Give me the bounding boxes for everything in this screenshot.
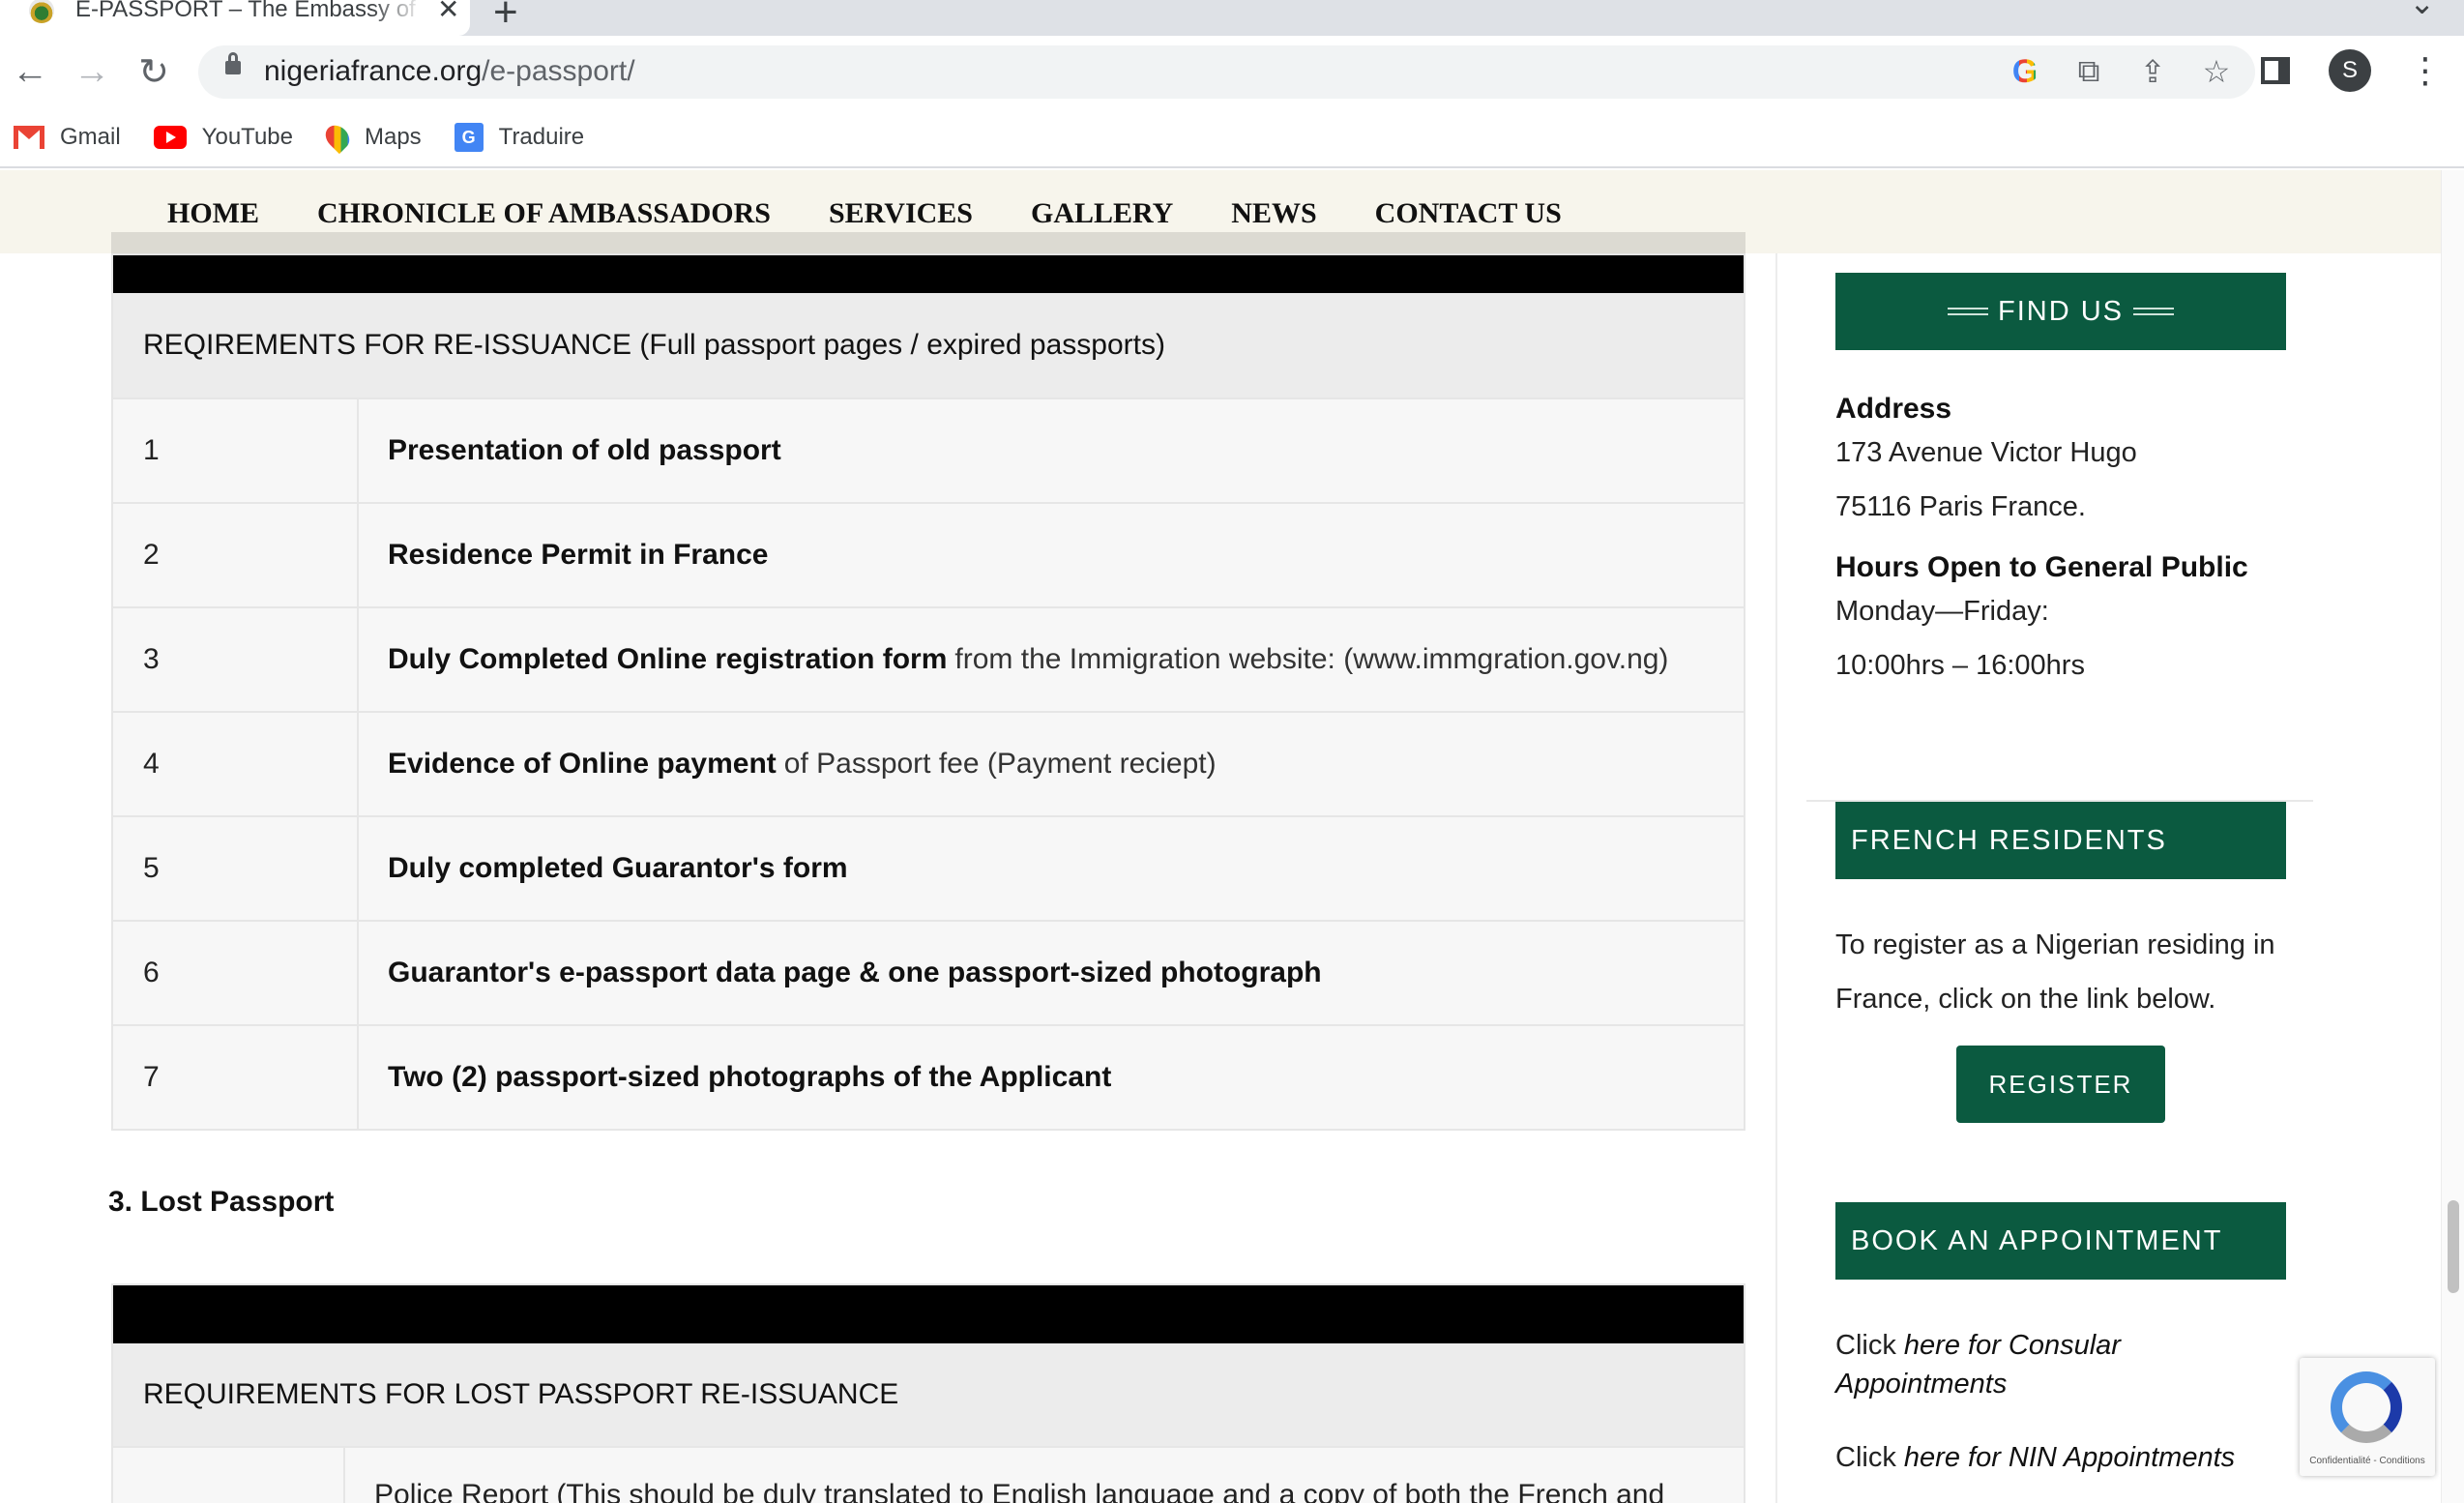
- table-row: 7 Two (2) passport-sized photographs of …: [113, 1024, 1744, 1129]
- bookmark-traduire[interactable]: G Traduire: [454, 123, 584, 152]
- hours-label: Hours Open to General Public: [1835, 551, 2248, 583]
- row-requirement: Police Report (This should be duly trans…: [374, 1479, 1665, 1503]
- table-row: 3 Duly Completed Online registration for…: [113, 606, 1744, 711]
- sidebar-divider: [1775, 253, 1777, 1503]
- french-residents-text: To register as a Nigerian residing in Fr…: [1835, 929, 2275, 1015]
- row-number: 3: [113, 608, 359, 711]
- row-number: [113, 1448, 345, 1503]
- browser-toolbar: ← → ↻ nigeriafrance.org/e-passport/ G ⧉ …: [0, 36, 2464, 108]
- content-top-strip: [111, 232, 1745, 253]
- table-row: 1 Presentation of old passport: [113, 398, 1744, 502]
- title-decoration: [1948, 308, 1988, 315]
- close-tab-icon[interactable]: ✕: [437, 0, 459, 25]
- translate-bookmark-icon: G: [454, 123, 484, 152]
- lost-passport-heading: 3. Lost Passport: [108, 1186, 335, 1218]
- active-tab[interactable]: E-PASSPORT – The Embassy of ✕: [0, 0, 470, 36]
- google-lens-icon[interactable]: G: [2008, 53, 2042, 90]
- title-decoration: [2133, 308, 2174, 315]
- row-requirement: Guarantor's e-passport data page & one p…: [388, 957, 1322, 988]
- recaptcha-icon: [2331, 1371, 2402, 1443]
- appointment-widget: BOOK AN APPOINTMENT Click here for Consu…: [1835, 1202, 2286, 1477]
- table-header: REQIREMENTS FOR RE-ISSUANCE (Full passpo…: [113, 293, 1744, 398]
- address-bar[interactable]: nigeriafrance.org/e-passport/ G ⧉ ⇪ ☆: [198, 45, 2255, 99]
- maps-pin-icon: [320, 120, 355, 155]
- back-arrow-icon[interactable]: ←: [8, 49, 52, 94]
- consular-appointment-link[interactable]: Click here for Consular Appointments: [1835, 1326, 2286, 1403]
- row-number: 5: [113, 817, 359, 920]
- scrollbar-thumb[interactable]: [2448, 1200, 2459, 1293]
- nin-appointment-link[interactable]: Click here for NIN Appointments: [1835, 1438, 2286, 1477]
- translate-icon[interactable]: ⧉: [2071, 53, 2106, 90]
- forward-arrow-icon[interactable]: →: [70, 49, 114, 94]
- french-residents-widget: FRENCH RESIDENTS To register as a Nigeri…: [1835, 802, 2286, 1123]
- address-line-2: 75116 Paris France.: [1835, 491, 2086, 522]
- table-row: 6 Guarantor's e-passport data page & one…: [113, 920, 1744, 1024]
- sidebar: FIND US Address 173 Avenue Victor Hugo 7…: [1835, 253, 2286, 693]
- nav-contact-us[interactable]: CONTACT US: [1375, 197, 1562, 230]
- table-header: REQUIREMENTS FOR LOST PASSPORT RE-ISSUAN…: [113, 1343, 1744, 1446]
- nav-home[interactable]: HOME: [167, 197, 259, 230]
- row-requirement: Duly Completed Online registration form f…: [388, 643, 1669, 675]
- main-content: REQIREMENTS FOR RE-ISSUANCE (Full passpo…: [111, 253, 1745, 1131]
- tab-title: E-PASSPORT – The Embassy of: [75, 0, 416, 22]
- lost-passport-requirements-table: REQUIREMENTS FOR LOST PASSPORT RE-ISSUAN…: [111, 1283, 1745, 1503]
- share-icon[interactable]: ⇪: [2135, 53, 2170, 90]
- row-requirement: Residence Permit in France: [388, 539, 769, 571]
- nav-chronicle-of-ambassadors[interactable]: CHRONICLE OF AMBASSADORS: [317, 197, 771, 230]
- youtube-icon: [153, 126, 187, 149]
- hours-time: 10:00hrs – 16:00hrs: [1835, 650, 2085, 681]
- row-requirement: Two (2) passport-sized photographs of th…: [388, 1061, 1112, 1093]
- row-number: 7: [113, 1026, 359, 1129]
- gmail-icon: [14, 126, 44, 149]
- recaptcha-terms[interactable]: Confidentialité - Conditions: [2300, 1456, 2435, 1466]
- recaptcha-badge[interactable]: Confidentialité - Conditions: [2300, 1358, 2435, 1476]
- menu-kebab-icon[interactable]: ⋮: [2408, 53, 2443, 88]
- row-number: 6: [113, 922, 359, 1024]
- find-us-title: FIND US: [1835, 273, 2286, 350]
- hours-days: Monday—Friday:: [1835, 596, 2049, 627]
- reload-icon[interactable]: ↻: [132, 49, 176, 94]
- table-row: 4 Evidence of Online payment of Passport …: [113, 711, 1744, 815]
- table-top-bar: [113, 1285, 1744, 1343]
- reissuance-requirements-table: REQIREMENTS FOR RE-ISSUANCE (Full passpo…: [111, 253, 1745, 1131]
- book-appointment-title: BOOK AN APPOINTMENT: [1835, 1202, 2286, 1280]
- address-label: Address: [1835, 393, 1952, 425]
- new-tab-button[interactable]: +: [493, 0, 518, 37]
- tab-strip: E-PASSPORT – The Embassy of ✕ + ⌄: [0, 0, 2464, 36]
- row-number: 4: [113, 713, 359, 815]
- row-number: 1: [113, 399, 359, 502]
- nav-gallery[interactable]: GALLERY: [1031, 197, 1173, 230]
- page-scrollbar[interactable]: [2441, 170, 2464, 1503]
- register-button[interactable]: REGISTER: [1956, 1046, 2165, 1123]
- bookmark-youtube[interactable]: YouTube: [153, 124, 293, 151]
- table-top-bar: [113, 255, 1744, 293]
- table-row: 2 Residence Permit in France: [113, 502, 1744, 606]
- row-requirement: Presentation of old passport: [388, 434, 781, 466]
- tab-search-chevron-icon[interactable]: ⌄: [2409, 0, 2435, 21]
- row-requirement: Duly completed Guarantor's form: [388, 852, 848, 884]
- site-favicon-icon: [29, 0, 54, 23]
- bookmark-maps[interactable]: Maps: [320, 120, 422, 155]
- lock-icon[interactable]: [225, 52, 241, 74]
- url-text[interactable]: nigeriafrance.org/e-passport/: [264, 55, 635, 88]
- profile-avatar[interactable]: S: [2329, 49, 2371, 92]
- row-number: 2: [113, 504, 359, 606]
- table-row: 5 Duly completed Guarantor's form: [113, 815, 1744, 920]
- nav-news[interactable]: NEWS: [1231, 197, 1316, 230]
- bookmarks-bar: Gmail YouTube Maps G Traduire: [0, 108, 2464, 168]
- bookmark-gmail[interactable]: Gmail: [14, 124, 121, 151]
- bookmark-star-icon[interactable]: ☆: [2199, 53, 2234, 90]
- french-residents-title: FRENCH RESIDENTS: [1835, 802, 2286, 879]
- row-requirement: Evidence of Online payment of Passport fe…: [388, 748, 1217, 780]
- nav-services[interactable]: SERVICES: [829, 197, 973, 230]
- address-line-1: 173 Avenue Victor Hugo: [1835, 437, 2137, 468]
- side-panel-icon[interactable]: [2261, 57, 2290, 84]
- table-row: Police Report (This should be duly trans…: [113, 1446, 1744, 1503]
